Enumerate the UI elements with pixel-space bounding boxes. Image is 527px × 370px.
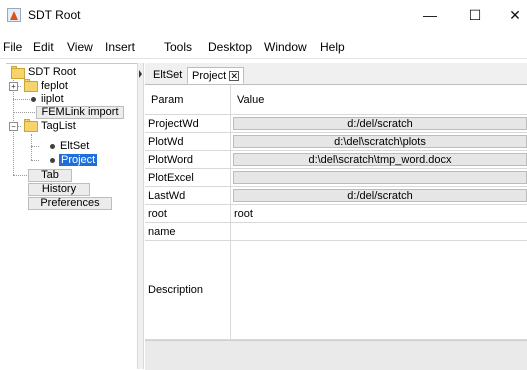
tree-node-preferences[interactable]: Preferences [28, 197, 112, 210]
menu-window[interactable]: Window [264, 40, 307, 54]
table-row: PlotWd d:\del\scratch\plots [145, 133, 527, 151]
param-label: PlotExcel [145, 169, 231, 186]
close-button[interactable]: ✕ [500, 4, 527, 26]
maximize-button[interactable]: ☐ [460, 4, 490, 26]
folder-icon [24, 81, 38, 92]
tab-project[interactable]: Project ✕ [187, 67, 245, 84]
value-cell: d:/del/scratch [231, 187, 527, 204]
table-row: name [145, 223, 527, 241]
bullet-icon [31, 97, 36, 102]
folder-icon [24, 121, 38, 132]
param-label: PlotWord [145, 151, 231, 168]
tree-connector [31, 146, 39, 147]
tree-node-tab[interactable]: Tab [28, 169, 72, 182]
name-value-field[interactable] [231, 223, 527, 240]
menu-divider [0, 58, 527, 59]
grid-footer [145, 340, 527, 370]
tree-connector [13, 175, 27, 176]
menu-desktop[interactable]: Desktop [208, 40, 252, 54]
header-value: Value [237, 93, 265, 106]
description-value-field[interactable] [231, 241, 527, 339]
bullet-icon [50, 144, 55, 149]
menu-tools[interactable]: Tools [164, 40, 192, 54]
menu-file[interactable]: File [3, 40, 22, 54]
table-row: Description [145, 241, 527, 340]
tree-node-feplot[interactable]: feplot [41, 80, 68, 92]
param-label: name [145, 223, 231, 240]
tree-connector [13, 99, 30, 100]
value-cell [231, 169, 527, 186]
window-title: SDT Root [28, 8, 81, 22]
tree-node-taglist[interactable]: TagList [41, 120, 76, 132]
expand-plus-icon[interactable]: + [9, 82, 18, 91]
param-label: Description [145, 241, 231, 339]
tree-connector [31, 134, 32, 160]
plotword-value-button[interactable]: d:\del\scratch\tmp_word.docx [233, 153, 527, 166]
header-param: Param [145, 85, 231, 114]
param-label: PlotWd [145, 133, 231, 150]
tab-bar: EltSet Project ✕ [145, 63, 527, 85]
table-row: PlotExcel [145, 169, 527, 187]
table-row: root root [145, 205, 527, 223]
menu-view[interactable]: View [67, 40, 93, 54]
title-bar: SDT Root — ☐ ✕ [0, 0, 527, 30]
table-row: ProjectWd d:/del/scratch [145, 115, 527, 133]
panel-splitter[interactable] [137, 63, 144, 369]
minimize-button[interactable]: — [415, 4, 445, 26]
menu-bar: File Edit View Insert Tools Desktop Wind… [0, 38, 527, 56]
tree-connector [13, 112, 35, 113]
folder-icon [11, 68, 25, 79]
plotwd-value-button[interactable]: d:\del\scratch\plots [233, 135, 527, 148]
tree-node-project[interactable]: Project [59, 154, 98, 166]
param-label: LastWd [145, 187, 231, 204]
root-value-field[interactable]: root [231, 205, 527, 222]
param-label: ProjectWd [145, 115, 231, 132]
table-header-row: Param Value [145, 85, 527, 115]
menu-edit[interactable]: Edit [33, 40, 54, 54]
collapse-minus-icon[interactable]: − [9, 122, 18, 131]
table-row: LastWd d:/del/scratch [145, 187, 527, 205]
menu-insert[interactable]: Insert [105, 40, 135, 54]
tree-node-history[interactable]: History [28, 183, 90, 196]
projectwd-value-button[interactable]: d:/del/scratch [233, 117, 527, 130]
tab-project-label: Project [192, 70, 227, 82]
value-cell: d:/del/scratch [231, 115, 527, 132]
menu-help[interactable]: Help [320, 40, 345, 54]
splitter-arrow-icon[interactable] [139, 70, 142, 78]
matlab-figure-icon [7, 8, 21, 22]
bullet-icon [50, 158, 55, 163]
param-label: root [145, 205, 231, 222]
parameter-table: Param Value ProjectWd d:/del/scratch Plo… [145, 85, 527, 370]
tree-node-femlink-import[interactable]: FEMLink import [36, 106, 124, 119]
tree-node-iiplot[interactable]: iiplot [41, 93, 64, 105]
tree-panel: SDT Root + feplot iiplot FEMLink import … [6, 64, 136, 369]
value-cell: d:\del\scratch\plots [231, 133, 527, 150]
lastwd-value-button[interactable]: d:/del/scratch [233, 189, 527, 202]
tab-eltset[interactable]: EltSet [149, 67, 186, 84]
tree-connector [31, 160, 39, 161]
value-cell: d:\del\scratch\tmp_word.docx [231, 151, 527, 168]
table-row: PlotWord d:\del\scratch\tmp_word.docx [145, 151, 527, 169]
tree-node-eltset[interactable]: EltSet [60, 140, 89, 152]
plotexcel-value-button[interactable] [233, 171, 527, 184]
tree-node-sdt-root[interactable]: SDT Root [28, 66, 76, 78]
close-tab-icon[interactable]: ✕ [229, 71, 240, 82]
